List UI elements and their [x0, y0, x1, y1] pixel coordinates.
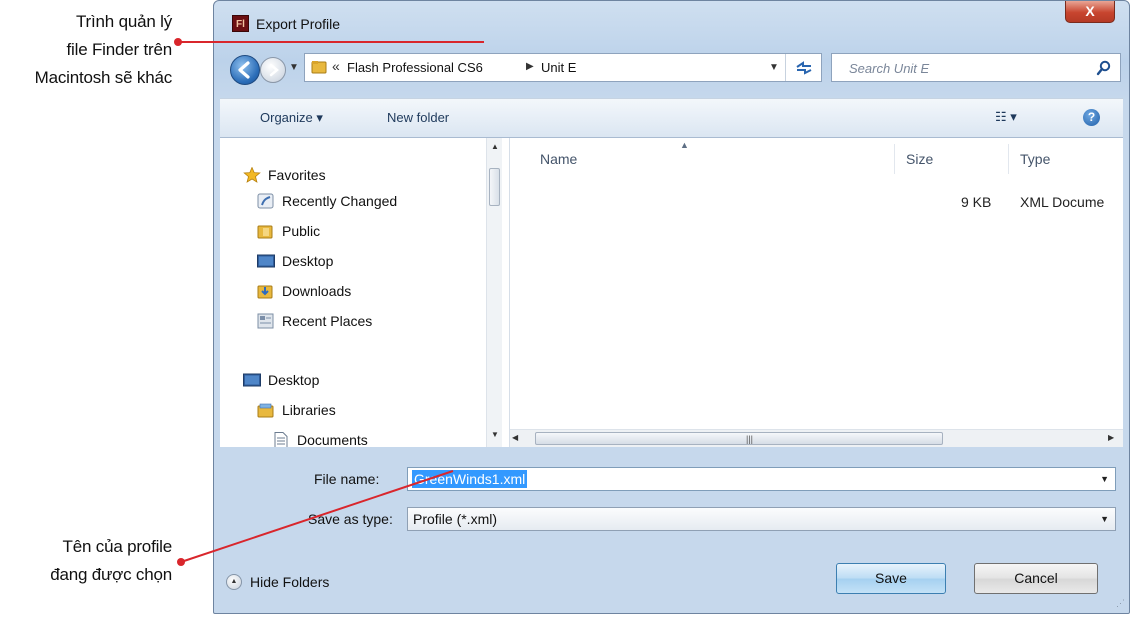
- help-icon[interactable]: ?: [1083, 109, 1100, 126]
- file-size: 9 KB: [961, 194, 992, 210]
- desktop-icon: [257, 254, 275, 268]
- scroll-right-icon[interactable]: ▶: [1108, 433, 1114, 442]
- address-bar[interactable]: « Flash Professional CS6 ▶ Unit E ▼: [304, 53, 822, 82]
- hide-folders-label: Hide Folders: [250, 574, 330, 590]
- search-placeholder: Search Unit E: [849, 61, 930, 76]
- callout-line-text: Macintosh sẽ khác: [34, 68, 173, 87]
- organize-button[interactable]: Organize ▾: [260, 110, 323, 126]
- file-type: XML Docume: [1020, 194, 1105, 210]
- file-name-dropdown-icon[interactable]: ▼: [1100, 474, 1109, 484]
- new-folder-button[interactable]: New folder: [387, 110, 449, 125]
- column-header-type[interactable]: Type: [1020, 151, 1050, 167]
- callout-leader-dot: [177, 558, 185, 566]
- change-view-button[interactable]: ☷ ▾: [995, 109, 1017, 125]
- navigation-pane: Favorites Recently Changed Public Deskto…: [220, 138, 510, 447]
- scroll-down-icon[interactable]: ▼: [491, 430, 499, 439]
- nav-item-label: Downloads: [282, 283, 352, 299]
- callout-leader-dot: [174, 38, 182, 46]
- breadcrumb-flash-professional[interactable]: Flash Professional CS6: [347, 60, 483, 75]
- arrow-left-icon: [238, 61, 250, 79]
- nav-item-label: Public: [282, 223, 321, 239]
- breadcrumb-separator-icon[interactable]: ▶: [526, 61, 534, 72]
- save-as-type-select[interactable]: Profile (*.xml) ▼: [407, 507, 1116, 531]
- arrow-right-icon: [269, 63, 279, 77]
- search-input[interactable]: Search Unit E: [831, 53, 1121, 82]
- save-as-type-label: Save as type:: [308, 511, 393, 527]
- libraries-icon: [257, 403, 274, 418]
- recent-places-icon: [257, 313, 274, 329]
- downloads-icon: [257, 285, 273, 299]
- breadcrumb-unit-e[interactable]: Unit E: [541, 60, 576, 75]
- column-divider[interactable]: [894, 144, 895, 174]
- documents-icon: [274, 432, 288, 447]
- callout-line-text: Trình quản lý: [76, 12, 172, 31]
- close-button[interactable]: X: [1065, 1, 1115, 23]
- callout-finder-note: Trình quản lý file Finder trên Macintosh…: [0, 8, 173, 92]
- nav-item-label: Libraries: [282, 402, 336, 418]
- search-icon[interactable]: [1096, 60, 1112, 76]
- callout-line-text: Tên của profile: [62, 537, 173, 556]
- collapse-icon: ▲: [226, 574, 242, 590]
- flash-app-icon: Fl: [232, 15, 249, 32]
- file-name-label: File name:: [314, 471, 380, 487]
- save-button[interactable]: Save: [836, 563, 946, 594]
- title-bar[interactable]: Fl Export Profile X: [214, 1, 1129, 35]
- recent-icon: [257, 193, 274, 209]
- resize-grip-icon[interactable]: ⋰: [1116, 598, 1125, 609]
- column-header-name[interactable]: Name: [540, 151, 577, 167]
- scroll-left-icon[interactable]: ◀: [512, 433, 518, 442]
- nav-item-label: Desktop: [268, 372, 320, 388]
- callout-line-text: đang được chọn: [50, 565, 172, 584]
- column-divider[interactable]: [1008, 144, 1009, 174]
- forward-button[interactable]: [260, 57, 286, 83]
- star-icon: [243, 167, 261, 183]
- scrollbar-grip-icon: |||: [746, 434, 754, 444]
- nav-item-label: Favorites: [268, 167, 326, 183]
- navigation-scrollbar[interactable]: ▲ ▼: [486, 138, 502, 447]
- file-name-input[interactable]: GreenWinds1.xml ▼: [407, 467, 1116, 491]
- address-dropdown-icon[interactable]: ▼: [769, 62, 779, 73]
- nav-item-label: Recent Places: [282, 313, 373, 329]
- chevron-down-icon[interactable]: ▼: [1100, 514, 1109, 524]
- navigation-row: ▼ « Flash Professional CS6 ▶ Unit E ▼ Se…: [214, 45, 1129, 85]
- cancel-button[interactable]: Cancel: [974, 563, 1098, 594]
- column-header-size[interactable]: Size: [906, 151, 933, 167]
- sort-ascending-icon: ▲: [680, 140, 689, 150]
- save-as-type-value: Profile (*.xml): [413, 511, 498, 527]
- overflow-chevron-icon[interactable]: «: [332, 58, 340, 74]
- recent-pages-dropdown[interactable]: ▼: [289, 62, 299, 73]
- command-toolbar: Organize ▾ New folder ☷ ▾ ?: [220, 98, 1123, 138]
- refresh-button[interactable]: [785, 54, 822, 81]
- scrollbar-thumb[interactable]: [489, 168, 500, 206]
- horizontal-scrollbar[interactable]: ◀ ||| ▶: [510, 429, 1123, 447]
- back-button[interactable]: [230, 55, 260, 85]
- file-list: Name ▲ Size Type 9 KB XML Docume: [510, 138, 1123, 447]
- file-name-value[interactable]: GreenWinds1.xml: [412, 470, 528, 488]
- horizontal-scrollbar-thumb[interactable]: |||: [535, 432, 943, 445]
- refresh-icon: [796, 61, 812, 75]
- nav-item-label: Documents: [297, 432, 368, 447]
- folder-icon: [311, 61, 327, 74]
- folder-icon: [257, 225, 273, 239]
- desktop-icon: [243, 373, 261, 387]
- callout-profile-name-note: Tên của profile đang được chọn: [0, 533, 172, 589]
- window-title: Export Profile: [256, 16, 341, 32]
- export-profile-dialog: Fl Export Profile X ▼ « Flash Profession…: [213, 0, 1130, 614]
- scroll-up-icon[interactable]: ▲: [491, 142, 499, 151]
- nav-item-label: Recently Changed: [282, 193, 398, 209]
- callout-line-text: file Finder trên: [66, 40, 173, 59]
- nav-item-label: Desktop: [282, 253, 334, 269]
